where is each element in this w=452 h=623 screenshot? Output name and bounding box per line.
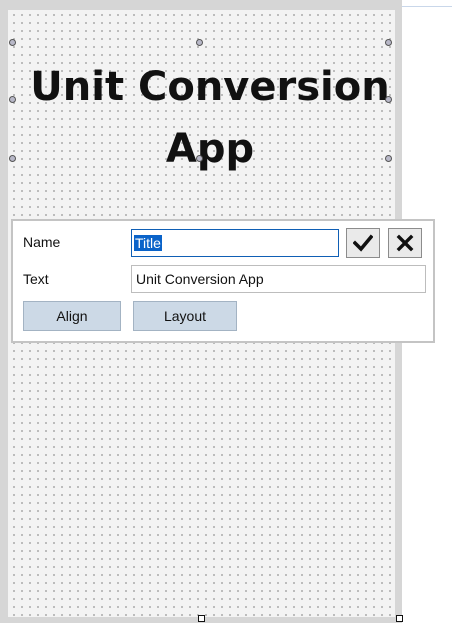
form-resize-handle-corner[interactable] [396, 615, 403, 622]
name-field-selected-text: Title [134, 235, 162, 251]
check-icon [353, 234, 373, 252]
title-line-1: Unit Conversion [30, 64, 390, 110]
resize-handle-right[interactable] [385, 96, 392, 103]
align-button[interactable]: Align [23, 301, 121, 331]
resize-handle-bottom-left[interactable] [9, 155, 16, 162]
resize-handle-bottom-right[interactable] [385, 155, 392, 162]
cancel-button[interactable] [388, 228, 422, 258]
resize-handle-top-right[interactable] [385, 39, 392, 46]
resize-handle-top-left[interactable] [9, 39, 16, 46]
resize-handle-bottom[interactable] [196, 155, 203, 162]
text-label: Text [23, 271, 49, 287]
close-icon [396, 234, 414, 252]
layout-button[interactable]: Layout [133, 301, 237, 331]
properties-popup: Name Title Text Unit Conversion App Alig… [11, 219, 435, 343]
title-line-2: App [165, 126, 255, 172]
resize-handle-left[interactable] [9, 96, 16, 103]
form-resize-handle-bottom[interactable] [198, 615, 205, 622]
title-label[interactable]: Unit Conversion App [30, 56, 390, 180]
window-edge-line [400, 6, 452, 7]
confirm-button[interactable] [346, 228, 380, 258]
text-field[interactable]: Unit Conversion App [131, 265, 426, 293]
resize-handle-top[interactable] [196, 39, 203, 46]
name-label: Name [23, 234, 61, 250]
name-field[interactable]: Title [131, 229, 339, 257]
